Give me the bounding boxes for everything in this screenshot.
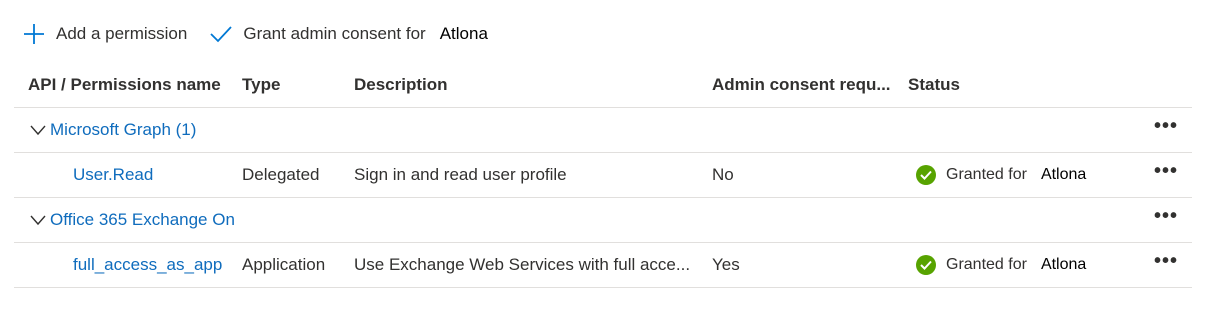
more-actions-button[interactable]: •••: [1146, 243, 1186, 287]
more-icon[interactable]: •••: [1154, 251, 1178, 271]
more-icon[interactable]: •••: [1154, 206, 1178, 226]
column-header-description[interactable]: Description: [354, 62, 702, 107]
column-header-admin-consent[interactable]: Admin consent requ...: [712, 62, 904, 107]
table-row: full_access_as_app Application Use Excha…: [14, 243, 1192, 288]
permission-name-link[interactable]: User.Read: [73, 153, 153, 197]
status-text: Granted for: [946, 166, 1027, 183]
status-tenant: Atlona: [1040, 166, 1087, 183]
status-badge: Granted for Atlona: [908, 255, 1086, 275]
table-row: User.Read Delegated Sign in and read use…: [14, 153, 1192, 198]
more-actions-button[interactable]: •••: [1146, 108, 1186, 152]
group-label[interactable]: Office 365 Exchange On: [50, 210, 235, 230]
group-label[interactable]: Microsoft Graph (1): [50, 120, 196, 140]
group-row-microsoft-graph[interactable]: Microsoft Graph (1) •••: [14, 108, 1192, 153]
column-header-name[interactable]: API / Permissions name: [28, 62, 240, 107]
granted-check-icon: [916, 165, 936, 185]
more-actions-button[interactable]: •••: [1146, 153, 1186, 197]
chevron-down-icon[interactable]: [30, 124, 46, 136]
permission-description: Use Exchange Web Services with full acce…: [354, 255, 691, 274]
column-header-status[interactable]: Status: [908, 62, 1128, 107]
chevron-down-icon[interactable]: [30, 214, 46, 226]
group-row-office-365-exchange[interactable]: Office 365 Exchange On •••: [14, 198, 1192, 243]
checkmark-icon: [209, 22, 233, 46]
admin-consent-required: Yes: [712, 255, 740, 274]
grant-admin-consent-button[interactable]: Grant admin consent for Atlona: [209, 22, 488, 46]
status-tenant: Atlona: [1040, 256, 1087, 273]
group-toggle-microsoft-graph[interactable]: Microsoft Graph (1): [30, 108, 196, 152]
group-toggle-office-365-exchange[interactable]: Office 365 Exchange On: [30, 198, 235, 242]
permission-type: Application: [242, 255, 326, 274]
column-header-type[interactable]: Type: [242, 62, 350, 107]
tenant-name: Atlona: [439, 24, 488, 43]
permission-type: Delegated: [242, 165, 320, 184]
granted-check-icon: [916, 255, 936, 275]
table-header: API / Permissions name Type Description …: [14, 62, 1192, 108]
status-text: Granted for: [946, 256, 1027, 273]
more-icon[interactable]: •••: [1154, 116, 1178, 136]
add-permission-label: Add a permission: [56, 24, 188, 43]
grant-admin-consent-label: Grant admin consent for: [243, 24, 426, 43]
plus-icon: [22, 22, 46, 46]
status-badge: Granted for Atlona: [908, 165, 1086, 185]
status-cell: Granted for Atlona: [908, 153, 1128, 197]
permission-description: Sign in and read user profile: [354, 165, 567, 184]
more-icon[interactable]: •••: [1154, 161, 1178, 181]
permission-name-link[interactable]: full_access_as_app: [73, 243, 222, 287]
status-cell: Granted for Atlona: [908, 243, 1128, 287]
permissions-table: API / Permissions name Type Description …: [14, 62, 1192, 288]
admin-consent-required: No: [712, 165, 734, 184]
command-bar: Add a permission Grant admin consent for…: [22, 18, 488, 50]
more-actions-button[interactable]: •••: [1146, 198, 1186, 242]
add-permission-button[interactable]: Add a permission: [22, 22, 187, 46]
